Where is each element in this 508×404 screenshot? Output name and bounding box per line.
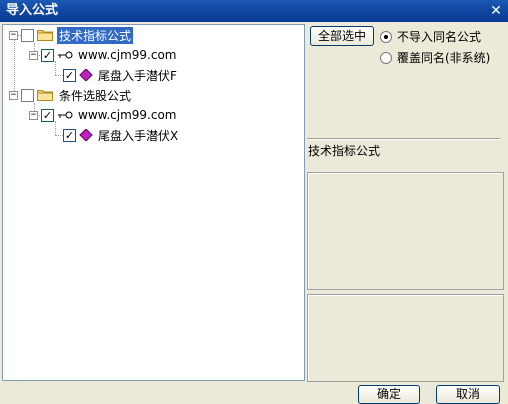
formula-gem-icon [79, 69, 93, 81]
close-icon[interactable]: ✕ [488, 3, 504, 19]
radio-label[interactable]: 不导入同名公式 [397, 28, 481, 45]
formula-label[interactable]: 尾盘入手潜伏F [96, 67, 179, 84]
radio-button[interactable] [380, 30, 392, 43]
url-label[interactable]: www.cjm99.com [76, 48, 179, 62]
tree-node-group-1[interactable]: − 技术指标公式 [9, 26, 134, 44]
formula-checkbox[interactable]: ✓ [63, 128, 76, 142]
key-icon [58, 111, 73, 119]
formula-checkbox[interactable]: ✓ [63, 68, 76, 82]
tree-node-url-2[interactable]: − ✓ www.cjm99.com [29, 106, 179, 124]
group-label[interactable]: 条件选股公式 [57, 87, 133, 104]
collapse-icon[interactable]: − [9, 30, 18, 40]
radio-button[interactable] [380, 51, 392, 64]
ok-button[interactable]: 确定 [358, 385, 420, 404]
tree-node-formula-2[interactable]: ✓ 尾盘入手潜伏X [63, 126, 180, 144]
tree-node-group-2[interactable]: − 条件选股公式 [9, 86, 133, 104]
title-bar: 导入公式 ✕ [0, 0, 508, 22]
group-checkbox[interactable] [21, 88, 34, 102]
formula-label[interactable]: 尾盘入手潜伏X [96, 127, 180, 144]
collapse-icon[interactable]: − [29, 50, 38, 60]
tree-node-formula-1[interactable]: ✓ 尾盘入手潜伏F [63, 66, 179, 84]
formula-description-box [307, 294, 504, 382]
separator [307, 138, 500, 140]
select-all-button[interactable]: 全部选中 [310, 26, 374, 46]
key-icon [58, 51, 73, 59]
radio-overwrite[interactable]: 覆盖同名(非系统) [380, 49, 490, 66]
window-title: 导入公式 [6, 3, 59, 18]
formula-info-box [307, 172, 504, 290]
tree-node-url-1[interactable]: − ✓ www.cjm99.com [29, 46, 179, 64]
folder-icon [37, 90, 53, 101]
radio-no-import[interactable]: 不导入同名公式 [380, 28, 481, 45]
import-formula-dialog: 导入公式 ✕ − 技术指标公式 − ✓ www.cjm99.com ✓ 尾盘入手… [0, 0, 508, 404]
group-checkbox[interactable] [21, 28, 34, 42]
collapse-icon[interactable]: − [9, 90, 18, 100]
radio-label[interactable]: 覆盖同名(非系统) [397, 49, 490, 66]
formula-gem-icon [79, 129, 93, 141]
url-checkbox[interactable]: ✓ [41, 48, 54, 62]
collapse-icon[interactable]: − [29, 110, 38, 120]
url-checkbox[interactable]: ✓ [41, 108, 54, 122]
group-label[interactable]: 技术指标公式 [57, 26, 134, 44]
formula-tree[interactable]: − 技术指标公式 − ✓ www.cjm99.com ✓ 尾盘入手潜伏F − 条… [2, 24, 305, 381]
url-label[interactable]: www.cjm99.com [76, 108, 179, 122]
category-label: 技术指标公式 [308, 144, 381, 158]
folder-icon [37, 30, 53, 41]
cancel-button[interactable]: 取消 [436, 385, 500, 404]
